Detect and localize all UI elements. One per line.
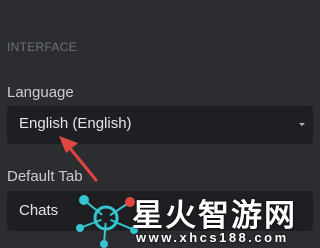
language-select-value: English (English)	[19, 115, 132, 132]
chevron-down-icon	[299, 123, 305, 126]
section-header-interface: INTERFACE	[7, 40, 78, 54]
watermark: 星火智游网 www.xhcs188.com	[70, 188, 320, 248]
watermark-title: 星火智游网	[132, 198, 297, 233]
language-select[interactable]: English (English)	[7, 106, 313, 144]
language-label: Language	[7, 84, 74, 101]
default-tab-label: Default Tab	[7, 168, 83, 185]
default-tab-select-value: Chats	[19, 202, 59, 219]
watermark-url: www.xhcs188.com	[136, 230, 289, 245]
